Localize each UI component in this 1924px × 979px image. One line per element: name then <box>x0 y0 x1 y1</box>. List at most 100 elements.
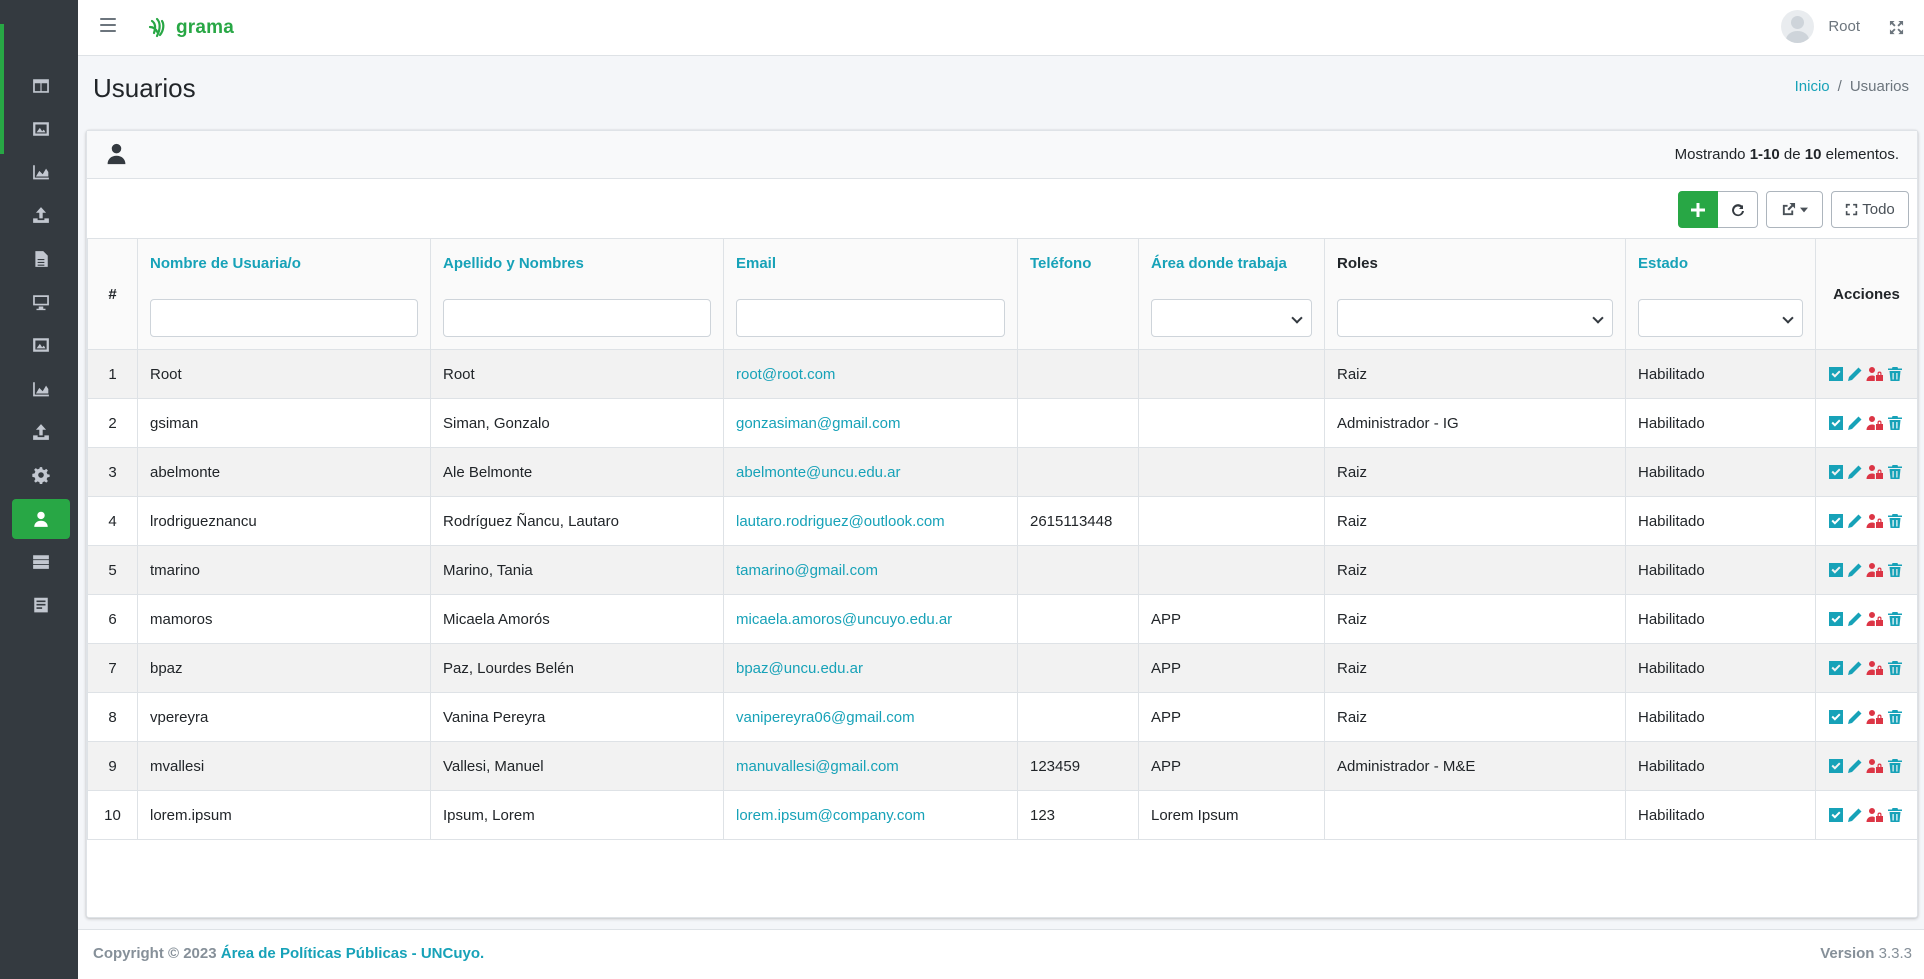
pencil-icon[interactable] <box>1847 513 1863 529</box>
user-lock-icon[interactable] <box>1866 807 1884 823</box>
email-link[interactable]: abelmonte@uncu.edu.ar <box>736 464 901 481</box>
upload-icon <box>33 424 49 440</box>
email-link[interactable]: bpaz@uncu.edu.ar <box>736 660 863 677</box>
sidebar-item-file[interactable] <box>12 237 70 280</box>
trash-icon[interactable] <box>1887 709 1903 725</box>
sidebar-item-upload[interactable] <box>12 194 70 237</box>
cell-role: Raiz <box>1324 447 1626 497</box>
sort-email-link[interactable]: Email <box>736 255 1005 272</box>
cell-phone <box>1017 398 1139 448</box>
sidebar-item-settings[interactable] <box>12 454 70 497</box>
breadcrumb-home-link[interactable]: Inicio <box>1795 78 1830 95</box>
check-square-icon[interactable] <box>1828 562 1844 578</box>
email-link[interactable]: vanipereyra06@gmail.com <box>736 709 915 726</box>
email-link[interactable]: tamarino@gmail.com <box>736 562 878 579</box>
sidebar-item-form[interactable] <box>12 584 70 627</box>
show-all-button[interactable]: Todo <box>1831 191 1909 228</box>
table-row: 10 lorem.ipsum Ipsum, Lorem lorem.ipsum@com… <box>87 790 1918 840</box>
trash-icon[interactable] <box>1887 513 1903 529</box>
trash-icon[interactable] <box>1887 611 1903 627</box>
check-square-icon[interactable] <box>1828 464 1844 480</box>
users-table: # Nombre de Usuaria/o Apellido y Nombres… <box>87 238 1918 840</box>
org-link[interactable]: Área de Políticas Públicas - UNCuyo <box>221 945 480 962</box>
check-square-icon[interactable] <box>1828 415 1844 431</box>
pencil-icon[interactable] <box>1847 415 1863 431</box>
filter-area-select[interactable] <box>1151 299 1312 337</box>
email-link[interactable]: lorem.ipsum@company.com <box>736 807 925 824</box>
brand[interactable]: grama <box>146 16 234 40</box>
sort-fullname-link[interactable]: Apellido y Nombres <box>443 255 711 272</box>
trash-icon[interactable] <box>1887 562 1903 578</box>
pencil-icon[interactable] <box>1847 709 1863 725</box>
hamburger-menu-icon[interactable] <box>100 18 116 34</box>
check-square-icon[interactable] <box>1828 807 1844 823</box>
user-lock-icon[interactable] <box>1866 660 1884 676</box>
trash-icon[interactable] <box>1887 464 1903 480</box>
sidebar-item-desktop[interactable] <box>12 280 70 323</box>
table-body: 1 Root Root root@root.com Raiz Habilitado 2 gsi… <box>87 349 1918 840</box>
copyright-text: Copyright © 2023 <box>93 945 221 962</box>
check-square-icon[interactable] <box>1828 758 1844 774</box>
sidebar-item-image[interactable] <box>12 107 70 150</box>
filter-username-input[interactable] <box>150 299 418 337</box>
user-lock-icon[interactable] <box>1866 513 1884 529</box>
check-square-icon[interactable] <box>1828 513 1844 529</box>
cell-fullname: Marino, Tania <box>430 545 724 595</box>
user-lock-icon[interactable] <box>1866 562 1884 578</box>
check-square-icon[interactable] <box>1828 660 1844 676</box>
trash-icon[interactable] <box>1887 415 1903 431</box>
pencil-icon[interactable] <box>1847 758 1863 774</box>
pencil-icon[interactable] <box>1847 366 1863 382</box>
cell-fullname: Vanina Pereyra <box>430 692 724 742</box>
trash-icon[interactable] <box>1887 758 1903 774</box>
cell-email: bpaz@uncu.edu.ar <box>723 643 1018 693</box>
table-row: 8 vpereyra Vanina Pereyra vanipereyra06@gma… <box>87 692 1918 742</box>
fullscreen-icon[interactable] <box>1889 20 1904 35</box>
pencil-icon[interactable] <box>1847 464 1863 480</box>
export-dropdown-button[interactable] <box>1766 191 1823 228</box>
sidebar-item-table[interactable] <box>12 64 70 107</box>
email-link[interactable]: gonzasiman@gmail.com <box>736 415 900 432</box>
trash-icon[interactable] <box>1887 660 1903 676</box>
check-square-icon[interactable] <box>1828 366 1844 382</box>
user-lock-icon[interactable] <box>1866 758 1884 774</box>
pencil-icon[interactable] <box>1847 660 1863 676</box>
filter-status-select[interactable] <box>1638 299 1803 337</box>
filter-fullname-input[interactable] <box>443 299 711 337</box>
sidebar-item-server[interactable] <box>12 541 70 584</box>
user-lock-icon[interactable] <box>1866 415 1884 431</box>
sort-phone-link[interactable]: Teléfono <box>1030 255 1126 272</box>
add-user-button[interactable] <box>1678 191 1718 228</box>
sort-username-link[interactable]: Nombre de Usuaria/o <box>150 255 418 272</box>
reload-button[interactable] <box>1718 191 1758 228</box>
pencil-icon[interactable] <box>1847 611 1863 627</box>
email-link[interactable]: root@root.com <box>736 366 835 383</box>
trash-icon[interactable] <box>1887 807 1903 823</box>
cell-status: Habilitado <box>1625 398 1816 448</box>
sidebar-item-chart-2[interactable] <box>12 367 70 410</box>
sidebar-item-image-2[interactable] <box>12 324 70 367</box>
email-link[interactable]: micaela.amoros@uncuyo.edu.ar <box>736 611 952 628</box>
email-link[interactable]: lautaro.rodriguez@outlook.com <box>736 513 945 530</box>
sidebar-item-users[interactable] <box>12 498 70 539</box>
user-lock-icon[interactable] <box>1866 611 1884 627</box>
column-header-area: Área donde trabaja <box>1138 238 1325 350</box>
breadcrumb-current: Usuarios <box>1849 78 1909 95</box>
pencil-icon[interactable] <box>1847 807 1863 823</box>
row-actions <box>1828 513 1917 529</box>
user-lock-icon[interactable] <box>1866 464 1884 480</box>
check-square-icon[interactable] <box>1828 611 1844 627</box>
sidebar-item-upload-2[interactable] <box>12 410 70 453</box>
user-lock-icon[interactable] <box>1866 366 1884 382</box>
sort-area-link[interactable]: Área donde trabaja <box>1151 255 1312 272</box>
check-square-icon[interactable] <box>1828 709 1844 725</box>
email-link[interactable]: manuvallesi@gmail.com <box>736 758 899 775</box>
user-lock-icon[interactable] <box>1866 709 1884 725</box>
filter-roles-select[interactable] <box>1337 299 1613 337</box>
sort-status-link[interactable]: Estado <box>1638 255 1803 272</box>
pencil-icon[interactable] <box>1847 562 1863 578</box>
trash-icon[interactable] <box>1887 366 1903 382</box>
user-menu[interactable]: Root <box>1781 10 1860 43</box>
sidebar-item-chart[interactable] <box>12 151 70 194</box>
filter-email-input[interactable] <box>736 299 1005 337</box>
